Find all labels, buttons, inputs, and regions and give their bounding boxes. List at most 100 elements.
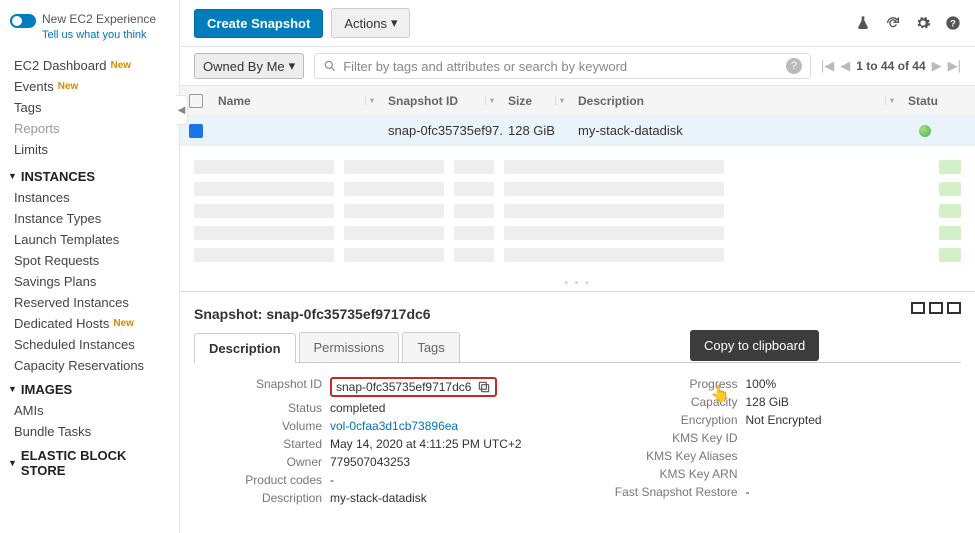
sidebar-header-instances[interactable]: INSTANCES [0,163,179,187]
snapshot-table: Name▾ Snapshot ID▾ Size▾ Description▾ St… [180,86,975,146]
select-all-checkbox[interactable] [189,94,203,108]
sidebar-item-instance-types[interactable]: Instance Types [0,208,179,229]
toolbar: Create Snapshot Actions ▾ ? [180,0,975,46]
sidebar-collapser[interactable]: ◀ [176,95,188,125]
sidebar-header-images[interactable]: IMAGES [0,376,179,400]
pane-splitter[interactable]: • • • [180,276,975,291]
column-snapshot-id[interactable]: Snapshot ID▾ [382,94,502,108]
feedback-link[interactable]: Tell us what you think [42,28,156,42]
table-row[interactable]: snap-0fc35735ef97... 128 GiB my-stack-da… [180,116,975,146]
table-header: Name▾ Snapshot ID▾ Size▾ Description▾ St… [180,86,975,116]
sidebar-item-launch-templates[interactable]: Launch Templates [0,229,179,250]
help-icon[interactable]: ? [945,15,961,31]
label-encryption: Encryption [598,413,738,427]
details-tabs: Description Permissions Tags [194,332,961,363]
value-owner: 779507043253 [330,455,558,469]
sidebar-item-events[interactable]: Events New [0,76,179,97]
sidebar: New EC2 Experience Tell us what you thin… [0,0,180,533]
value-status: completed [330,401,558,415]
tab-tags[interactable]: Tags [402,332,459,362]
actions-dropdown[interactable]: Actions ▾ [331,8,410,38]
search-placeholder: Filter by tags and attributes or search … [343,59,627,74]
value-capacity: 128 GiB [746,395,954,409]
column-status[interactable]: Statu [902,94,947,108]
label-kms-arn: KMS Key ARN [598,467,738,481]
label-progress: Progress [598,377,738,391]
cell-size: 128 GiB [502,123,572,138]
sidebar-item-bundle-tasks[interactable]: Bundle Tasks [0,421,179,442]
tab-permissions[interactable]: Permissions [299,332,400,362]
column-size[interactable]: Size▾ [502,94,572,108]
pager-last[interactable]: ▶| [948,58,961,74]
search-icon [323,59,337,73]
label-volume: Volume [202,419,322,433]
label-kms-aliases: KMS Key Aliases [598,449,738,463]
value-volume-link[interactable]: vol-0cfaa3d1cb73896ea [330,419,558,433]
sidebar-item-reports[interactable]: Reports [0,118,179,139]
label-started: Started [202,437,322,451]
column-description[interactable]: Description▾ [572,94,902,108]
label-snapshot-id: Snapshot ID [202,377,322,391]
sidebar-item-savings-plans[interactable]: Savings Plans [0,271,179,292]
view-mode-3[interactable] [947,302,961,314]
value-description: my-stack-datadisk [330,491,558,505]
sidebar-item-reserved-instances[interactable]: Reserved Instances [0,292,179,313]
sidebar-item-instances[interactable]: Instances [0,187,179,208]
details-title: Snapshot: snap-0fc35735ef9717dc6 [194,302,961,332]
gear-icon[interactable] [915,15,931,31]
label-status: Status [202,401,322,415]
new-badge: New [58,81,79,92]
details-panel: Snapshot: snap-0fc35735ef9717dc6 Descrip… [180,291,975,533]
value-product-codes: - [330,473,558,487]
view-mode-1[interactable] [911,302,925,314]
pager-next[interactable]: ▶ [932,58,942,74]
sidebar-item-limits[interactable]: Limits [0,139,179,160]
chevron-down-icon: ▾ [289,58,296,74]
label-owner: Owner [202,455,322,469]
new-experience-toggle[interactable] [10,14,36,28]
sidebar-item-amis[interactable]: AMIs [0,400,179,421]
copy-tooltip: Copy to clipboard [690,330,819,361]
pager-range: 1 to 44 of 44 [856,59,925,73]
label-description: Description [202,491,322,505]
value-encryption: Not Encrypted [746,413,954,427]
value-fast-restore: - [746,485,954,499]
pager-prev[interactable]: ◀ [840,58,850,74]
sidebar-item-spot-requests[interactable]: Spot Requests [0,250,179,271]
value-progress: 100% [746,377,954,391]
refresh-icon[interactable] [885,15,901,31]
label-kms-key-id: KMS Key ID [598,431,738,445]
sidebar-item-capacity-reservations[interactable]: Capacity Reservations [0,355,179,376]
tab-description[interactable]: Description [194,333,296,363]
pager-first[interactable]: |◀ [821,58,834,74]
snapshot-id-highlight: snap-0fc35735ef9717dc6 [330,377,497,397]
sidebar-item-dedicated-hosts[interactable]: Dedicated Hosts New [0,313,179,334]
svg-text:?: ? [950,18,956,28]
new-badge: New [111,60,132,71]
search-help-icon[interactable]: ? [786,58,802,74]
sidebar-item-scheduled-instances[interactable]: Scheduled Instances [0,334,179,355]
column-name[interactable]: Name▾ [212,94,382,108]
search-input[interactable]: Filter by tags and attributes or search … [314,53,811,79]
sidebar-item-ec2-dashboard[interactable]: EC2 Dashboard New [0,55,179,76]
copy-icon[interactable] [477,380,491,394]
redacted-rows [180,146,975,276]
sidebar-item-tags[interactable]: Tags [0,97,179,118]
row-checkbox[interactable] [189,124,203,138]
create-snapshot-button[interactable]: Create Snapshot [194,9,323,38]
owned-by-dropdown[interactable]: Owned By Me ▾ [194,53,304,79]
cell-snapshot-id: snap-0fc35735ef97... [382,123,502,138]
chevron-down-icon: ▾ [391,15,398,31]
new-experience-title: New EC2 Experience [42,12,156,28]
pager: |◀ ◀ 1 to 44 of 44 ▶ ▶| [821,58,961,74]
filter-bar: Owned By Me ▾ Filter by tags and attribu… [180,46,975,86]
view-mode-2[interactable] [929,302,943,314]
cell-description: my-stack-datadisk [572,123,902,138]
label-product-codes: Product codes [202,473,322,487]
label-fast-restore: Fast Snapshot Restore [598,485,738,499]
new-badge: New [113,318,134,329]
flask-icon[interactable] [855,15,871,31]
label-capacity: Capacity [598,395,738,409]
sidebar-header-ebs[interactable]: ELASTIC BLOCK STORE [0,442,179,481]
status-indicator [919,125,931,137]
